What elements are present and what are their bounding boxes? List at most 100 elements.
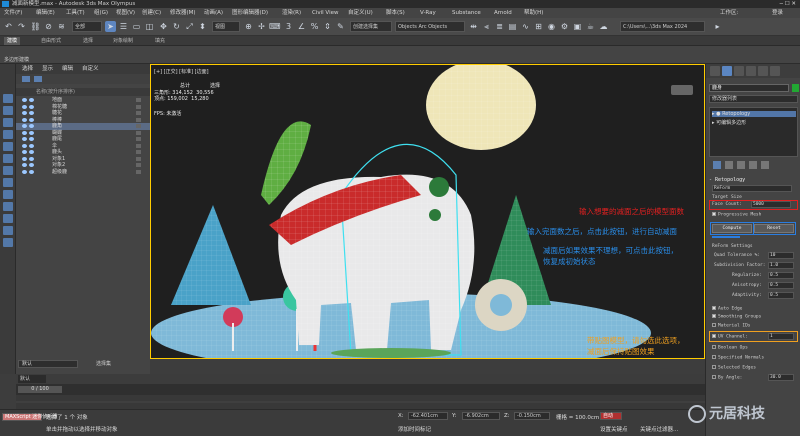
specified-normals-checkbox[interactable]: Specified Normals — [712, 355, 764, 361]
freeze-icon[interactable] — [29, 104, 34, 109]
viewport-label[interactable]: [+] [正交] [标准] [边面] — [154, 68, 209, 75]
freeze-icon[interactable] — [29, 169, 34, 174]
explorer-column-header[interactable]: 名称(按升序排序) — [16, 88, 150, 96]
sign-in-link[interactable]: 登录 — [772, 8, 783, 18]
filter-lights-icon[interactable] — [3, 118, 13, 127]
visibility-icon[interactable] — [22, 163, 27, 167]
percent-snap-icon[interactable]: % — [309, 21, 320, 32]
selection-set-combo[interactable]: 选择集 — [96, 360, 146, 368]
visibility-icon[interactable] — [22, 104, 27, 109]
object-color-swatch[interactable] — [792, 84, 799, 92]
list-item[interactable]: 超级鹿 — [16, 169, 150, 176]
placement-icon[interactable]: ⬍ — [197, 21, 208, 32]
menu-tools[interactable]: 工具(T) — [66, 8, 85, 18]
freeze-icon[interactable] — [29, 111, 34, 115]
modifier-list-combo[interactable]: 修改器列表 — [709, 95, 798, 103]
menu-rendering[interactable]: 渲染(R) — [282, 8, 301, 18]
snaps-toggle-icon[interactable]: 3 — [283, 21, 294, 32]
freeze-icon[interactable] — [29, 143, 34, 148]
quad-tolerance-field[interactable]: 10 — [768, 252, 794, 259]
visibility-icon[interactable] — [22, 98, 27, 102]
time-slider[interactable]: 0 / 100 — [16, 384, 705, 395]
motion-tab-icon[interactable] — [746, 66, 756, 76]
visibility-icon[interactable] — [22, 137, 27, 141]
menu-view[interactable]: 视图(V) — [116, 8, 135, 18]
explorer-search-icon[interactable] — [34, 76, 42, 82]
key-filters-button[interactable]: 关键点过滤器... — [640, 425, 678, 433]
visibility-icon[interactable] — [22, 143, 27, 148]
stack-item-editable-poly[interactable]: ▸ 可编辑多边形 — [712, 119, 746, 126]
filter-shapes-icon[interactable] — [3, 106, 13, 115]
time-slider-thumb[interactable]: 0 / 100 — [18, 386, 62, 393]
scale-icon[interactable]: ⤢ — [184, 21, 195, 32]
objects-combo[interactable]: Objects Arc Objects — [395, 21, 465, 32]
remove-modifier-icon[interactable] — [749, 161, 757, 169]
freeze-icon[interactable] — [29, 150, 34, 154]
menu-civil-view[interactable]: Civil View — [312, 8, 338, 18]
layer-explorer-icon[interactable]: ≣ — [494, 21, 505, 32]
create-tab-icon[interactable] — [710, 66, 720, 76]
render-production-icon[interactable]: ☕ — [585, 21, 596, 32]
mirror-icon[interactable]: ⇹ — [468, 21, 479, 32]
view-cube-icon[interactable] — [671, 85, 693, 95]
filter-all-icon[interactable] — [3, 238, 13, 247]
move-icon[interactable]: ✥ — [158, 21, 169, 32]
filter-cameras-icon[interactable] — [3, 130, 13, 139]
subdivision-factor-field[interactable]: 1.0 — [768, 262, 794, 269]
menu-group[interactable]: 组(G) — [94, 8, 108, 18]
menu-animation[interactable]: 动画(A) — [204, 8, 223, 18]
explorer-menu-customize[interactable]: 自定义 — [82, 64, 99, 74]
hierarchy-tab-icon[interactable] — [734, 66, 744, 76]
explorer-filter-icon[interactable] — [22, 76, 30, 82]
mode-combo[interactable]: ReForm — [712, 185, 792, 192]
rect-selection-icon[interactable]: ▭ — [131, 21, 142, 32]
select-by-name-icon[interactable]: ☰ — [118, 21, 129, 32]
select-object-icon[interactable]: ➤ — [105, 21, 116, 32]
auto-edge-checkbox[interactable]: Auto Edge — [712, 306, 742, 312]
visibility-icon[interactable] — [22, 117, 27, 122]
freeze-icon[interactable] — [29, 163, 34, 167]
freeze-icon[interactable] — [29, 156, 34, 161]
bind-space-warp-icon[interactable]: ≋ — [56, 21, 67, 32]
progressive-mesh-checkbox[interactable]: Progressive Mesh — [712, 212, 761, 218]
curve-editor-icon[interactable]: ∿ — [520, 21, 531, 32]
menu-substance[interactable]: Substance — [452, 8, 481, 18]
rotate-icon[interactable]: ↻ — [171, 21, 182, 32]
anisotropy-field[interactable]: 0.5 — [768, 282, 794, 289]
tab-populate[interactable]: 填充 — [152, 37, 168, 45]
visibility-icon[interactable] — [22, 111, 27, 115]
pin-stack-icon[interactable] — [713, 161, 721, 169]
select-manipulate-icon[interactable]: ✢ — [256, 21, 267, 32]
smoothing-groups-checkbox[interactable]: Smoothing Groups — [712, 314, 761, 320]
add-time-tag[interactable]: 添加时间标记 — [398, 425, 431, 433]
track-bar[interactable] — [16, 395, 705, 409]
freeze-icon[interactable] — [29, 124, 34, 128]
configure-sets-icon[interactable] — [761, 161, 769, 169]
explorer-menu-edit[interactable]: 编辑 — [62, 64, 73, 74]
filter-spacewarps-icon[interactable] — [3, 154, 13, 163]
visibility-icon[interactable] — [22, 156, 27, 161]
tab-object-paint[interactable]: 对象绘制 — [110, 37, 136, 45]
stack-item-retopology[interactable]: ▸ ● Retopology — [712, 111, 796, 117]
auto-key-button[interactable]: 自动 — [600, 412, 622, 420]
perspective-viewport[interactable]: [+] [正交] [标准] [边面] 总计 选择 三角形: 314,152 30,… — [150, 64, 705, 359]
material-ids-checkbox[interactable]: Material IDs — [712, 323, 751, 329]
filter-bones-icon[interactable] — [3, 190, 13, 199]
utilities-tab-icon[interactable] — [770, 66, 780, 76]
render-frame-icon[interactable]: ▣ — [572, 21, 583, 32]
display-tab-icon[interactable] — [758, 66, 768, 76]
visibility-icon[interactable] — [22, 169, 27, 174]
menu-file[interactable]: 文件(F) — [4, 8, 22, 18]
selected-edges-checkbox[interactable]: Selected Edges — [712, 365, 756, 371]
visibility-icon[interactable] — [22, 130, 27, 135]
freeze-icon[interactable] — [29, 130, 34, 135]
retopology-rollup-title[interactable]: - Retopology — [709, 177, 745, 183]
regularize-field[interactable]: 0.5 — [768, 272, 794, 279]
project-folder-icon[interactable]: ▸ — [712, 21, 723, 32]
reference-coord-combo[interactable]: 视图 — [212, 21, 240, 32]
show-end-result-icon[interactable] — [725, 161, 733, 169]
menu-vray[interactable]: V-Ray — [420, 8, 436, 18]
filter-frozen-icon[interactable] — [3, 214, 13, 223]
project-path-combo[interactable]: C:\Users\...\3ds Max 2024 — [620, 21, 705, 32]
explorer-menu-select[interactable]: 选择 — [22, 64, 33, 74]
